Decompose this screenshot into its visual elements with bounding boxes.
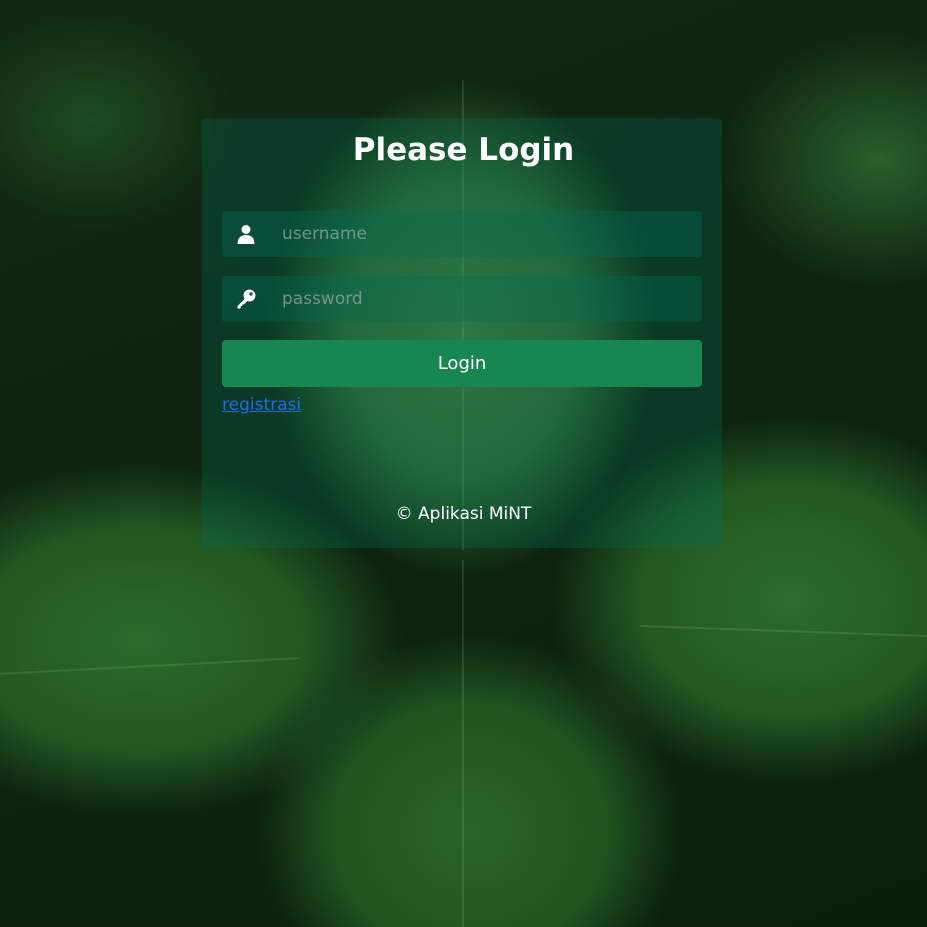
login-button[interactable]: Login bbox=[222, 340, 702, 387]
key-icon bbox=[222, 276, 270, 322]
leaf-vein bbox=[640, 624, 927, 638]
username-input[interactable] bbox=[270, 211, 702, 257]
password-field bbox=[222, 276, 702, 322]
password-input[interactable] bbox=[270, 276, 702, 322]
leaf-vein bbox=[0, 657, 300, 675]
user-icon bbox=[222, 211, 270, 257]
page-title: Please Login bbox=[352, 132, 575, 168]
footer-copyright: © Aplikasi MiNT bbox=[395, 504, 532, 524]
leaf-vein bbox=[462, 560, 464, 927]
login-card bbox=[202, 118, 722, 548]
username-field bbox=[222, 211, 702, 257]
register-link[interactable]: registrasi bbox=[222, 393, 301, 417]
